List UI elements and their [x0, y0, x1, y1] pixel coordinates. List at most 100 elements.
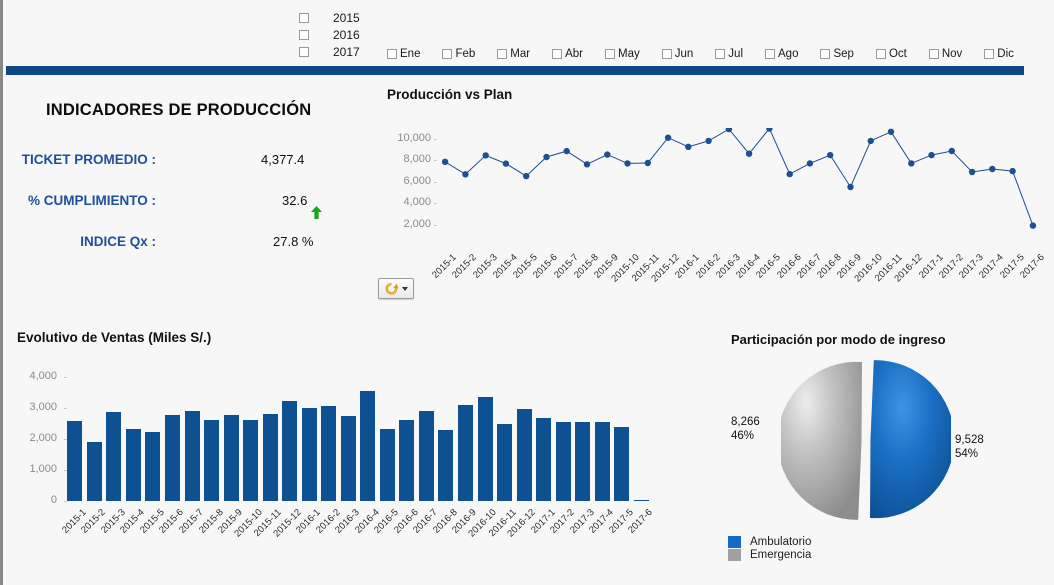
- line-series-path: [444, 127, 1034, 226]
- year-filter-item[interactable]: 2015: [299, 10, 379, 26]
- bar[interactable]: [555, 421, 571, 501]
- line-data-point[interactable]: [543, 153, 550, 161]
- line-data-point[interactable]: [462, 171, 469, 178]
- line-data-point[interactable]: [887, 128, 895, 135]
- bar[interactable]: [340, 415, 356, 501]
- checkbox-icon[interactable]: [552, 49, 563, 59]
- bar[interactable]: [438, 429, 454, 501]
- checkbox-icon[interactable]: [928, 49, 939, 59]
- checkbox-icon[interactable]: [984, 49, 995, 59]
- line-data-point[interactable]: [644, 159, 651, 167]
- line-data-point[interactable]: [624, 160, 631, 167]
- bar[interactable]: [223, 415, 239, 501]
- checkbox-icon[interactable]: [497, 49, 508, 59]
- bar[interactable]: [516, 409, 532, 501]
- bar[interactable]: [477, 396, 493, 501]
- month-filter-item[interactable]: Ago: [765, 48, 798, 60]
- bar[interactable]: [360, 390, 376, 501]
- bar[interactable]: [614, 426, 630, 501]
- line-data-point[interactable]: [583, 161, 591, 168]
- month-filter-label: Ene: [400, 48, 421, 60]
- bar[interactable]: [125, 428, 141, 501]
- checkbox-icon[interactable]: [299, 13, 309, 23]
- bar[interactable]: [379, 428, 395, 501]
- bar[interactable]: [457, 404, 473, 501]
- line-data-point[interactable]: [482, 152, 489, 159]
- bar[interactable]: [164, 415, 180, 501]
- line-data-point[interactable]: [502, 160, 510, 167]
- bar[interactable]: [145, 431, 161, 501]
- y-axis-tick: [434, 160, 437, 162]
- checkbox-icon[interactable]: [442, 49, 453, 59]
- line-data-point[interactable]: [847, 183, 854, 191]
- month-filter-item[interactable]: Ene: [387, 48, 420, 60]
- bar[interactable]: [184, 411, 200, 501]
- month-filter-item[interactable]: Dic: [984, 48, 1014, 60]
- month-filter-item[interactable]: May: [605, 48, 640, 60]
- line-data-point[interactable]: [441, 158, 449, 165]
- bar[interactable]: [633, 499, 649, 501]
- year-filter-item[interactable]: 2016: [299, 27, 379, 43]
- y-axis-tick: [434, 181, 437, 183]
- line-data-point[interactable]: [1009, 167, 1016, 175]
- line-data-point[interactable]: [786, 170, 793, 178]
- line-data-point[interactable]: [604, 151, 611, 158]
- bar[interactable]: [204, 420, 219, 501]
- legend-item[interactable]: Ambulatorio: [728, 535, 811, 548]
- bar[interactable]: [262, 414, 278, 501]
- bar[interactable]: [575, 421, 591, 501]
- refresh-button[interactable]: [378, 278, 414, 299]
- line-data-point[interactable]: [523, 172, 530, 180]
- month-filter-item[interactable]: Jul: [715, 48, 743, 60]
- bar[interactable]: [282, 400, 298, 501]
- line-chart-svg: [441, 125, 1037, 229]
- pie-slice-emergencia: [777, 361, 862, 520]
- checkbox-icon[interactable]: [820, 49, 831, 59]
- line-data-point[interactable]: [1029, 222, 1037, 229]
- line-data-point[interactable]: [685, 143, 692, 150]
- month-filter-item[interactable]: Jun: [661, 48, 693, 60]
- month-filter-item[interactable]: Sep: [820, 48, 854, 60]
- checkbox-icon[interactable]: [387, 49, 397, 59]
- line-data-point[interactable]: [968, 168, 976, 176]
- bar[interactable]: [497, 424, 512, 501]
- bar[interactable]: [399, 419, 415, 501]
- pie-label-value: 9,528: [955, 434, 984, 446]
- month-filter-item[interactable]: Nov: [928, 48, 962, 60]
- bar[interactable]: [321, 406, 337, 501]
- month-filter-item[interactable]: Feb: [442, 48, 475, 60]
- month-filter-item[interactable]: Mar: [497, 48, 530, 60]
- bar[interactable]: [67, 420, 83, 501]
- month-filter-item[interactable]: Abr: [552, 48, 583, 60]
- y-axis-tick-label: 3,000: [29, 401, 57, 414]
- checkbox-icon[interactable]: [661, 49, 672, 59]
- line-data-point[interactable]: [745, 150, 753, 157]
- checkbox-icon[interactable]: [605, 49, 616, 59]
- year-filter-item[interactable]: 2017: [299, 44, 379, 60]
- line-data-point[interactable]: [948, 147, 955, 155]
- legend-item[interactable]: Emergencia: [728, 548, 811, 561]
- month-filter-label: Dic: [997, 48, 1014, 60]
- checkbox-icon[interactable]: [715, 49, 726, 59]
- checkbox-icon[interactable]: [299, 47, 309, 57]
- line-data-point[interactable]: [827, 151, 834, 159]
- checkbox-icon[interactable]: [299, 30, 309, 40]
- bar[interactable]: [243, 420, 259, 501]
- line-data-point[interactable]: [989, 165, 996, 173]
- bar[interactable]: [106, 412, 122, 501]
- checkbox-icon[interactable]: [765, 49, 775, 59]
- bar[interactable]: [536, 417, 552, 501]
- bar[interactable]: [86, 442, 102, 501]
- checkbox-icon[interactable]: [875, 49, 886, 59]
- bar[interactable]: [301, 407, 317, 501]
- line-data-point[interactable]: [867, 137, 874, 145]
- line-data-point[interactable]: [563, 147, 570, 155]
- month-filter-item[interactable]: Oct: [875, 48, 907, 60]
- line-data-point[interactable]: [928, 151, 935, 159]
- line-data-point[interactable]: [705, 137, 712, 145]
- line-data-point[interactable]: [908, 160, 915, 167]
- bar[interactable]: [418, 410, 434, 501]
- line-data-point[interactable]: [806, 160, 814, 167]
- line-data-point[interactable]: [664, 134, 672, 141]
- bar[interactable]: [594, 421, 610, 501]
